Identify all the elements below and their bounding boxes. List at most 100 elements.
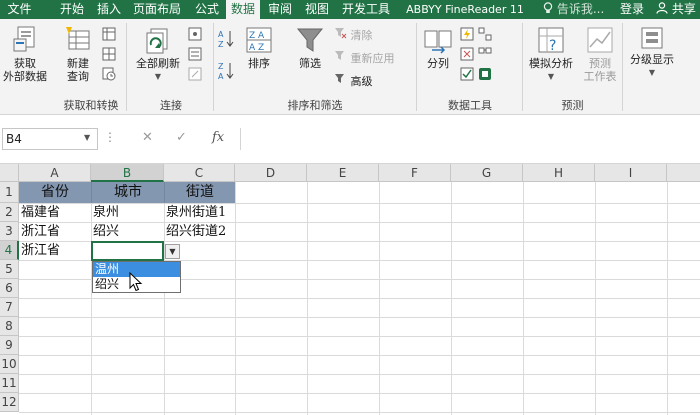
remove-duplicates-button[interactable] bbox=[460, 47, 474, 65]
cell-b1[interactable]: 城市 bbox=[91, 182, 164, 203]
chevron-down-icon: ▼ bbox=[154, 72, 162, 81]
column-header[interactable]: C bbox=[164, 164, 235, 182]
cell-c1[interactable]: 街道 bbox=[164, 182, 235, 203]
row-header[interactable]: 10 bbox=[0, 355, 19, 374]
properties-button[interactable] bbox=[188, 47, 202, 65]
sort-label: 排序 bbox=[248, 57, 270, 70]
text-to-columns-button[interactable]: 分列 bbox=[420, 25, 456, 70]
column-header[interactable]: E bbox=[307, 164, 379, 182]
column-header[interactable]: F bbox=[379, 164, 451, 182]
cell-b2[interactable]: 泉州 bbox=[91, 205, 119, 221]
tab-data[interactable]: 数据 bbox=[226, 0, 260, 19]
enter-button[interactable]: ✓ bbox=[176, 130, 187, 145]
mouse-cursor-icon bbox=[129, 272, 143, 292]
column-header[interactable] bbox=[667, 164, 700, 182]
svg-text:?: ? bbox=[549, 38, 556, 54]
column-header[interactable]: H bbox=[523, 164, 595, 182]
outline-button[interactable]: 分级显示 ▼ bbox=[624, 25, 680, 79]
get-external-data-button[interactable]: 获取 外部数据 bbox=[2, 25, 48, 83]
sort-button[interactable]: Z A A Z 排序 bbox=[240, 25, 278, 70]
row-header[interactable]: 11 bbox=[0, 374, 19, 393]
clear-filter-button[interactable]: 清除 bbox=[334, 27, 373, 43]
formula-input[interactable] bbox=[240, 128, 700, 150]
chevron-down-icon[interactable]: ▼ bbox=[84, 133, 90, 142]
gridline bbox=[667, 182, 668, 415]
forecast-sheet-button[interactable]: 预测 工作表 bbox=[580, 25, 620, 83]
refresh-all-button[interactable]: 全部刷新 ▼ bbox=[131, 25, 185, 83]
cell-c2[interactable]: 泉州街道1 bbox=[164, 205, 226, 221]
show-queries-button[interactable] bbox=[102, 27, 116, 45]
data-validation-button[interactable] bbox=[460, 67, 474, 85]
login-link[interactable]: 登录 bbox=[620, 0, 644, 19]
new-query-icon bbox=[66, 27, 90, 50]
row-header[interactable]: 5 bbox=[0, 260, 19, 279]
sort-ascending-button[interactable]: A Z bbox=[218, 29, 234, 53]
tab-abbyy[interactable]: ABBYY FineReader 11 bbox=[398, 0, 532, 19]
relationships-button[interactable] bbox=[478, 47, 492, 65]
insert-function-button[interactable]: fx bbox=[212, 130, 224, 145]
tab-page-layout[interactable]: 页面布局 bbox=[128, 0, 186, 19]
from-table-button[interactable] bbox=[102, 47, 116, 65]
cell-a1[interactable]: 省份 bbox=[19, 182, 91, 203]
row-header[interactable]: 12 bbox=[0, 393, 19, 412]
row-header[interactable]: 4 bbox=[0, 241, 19, 260]
consolidate-button[interactable] bbox=[478, 27, 492, 45]
tab-formulas[interactable]: 公式 bbox=[188, 0, 226, 19]
cancel-button[interactable]: ✕ bbox=[142, 130, 153, 145]
get-external-data-label: 获取 外部数据 bbox=[3, 57, 47, 83]
tab-home[interactable]: 开始 bbox=[52, 0, 92, 19]
share-label: 共享 bbox=[671, 2, 696, 16]
data-validation-icon bbox=[460, 67, 474, 81]
remove-duplicates-icon bbox=[460, 47, 474, 61]
edit-links-button[interactable] bbox=[188, 67, 202, 85]
select-all-corner[interactable] bbox=[0, 164, 19, 182]
sort-az-icon: A Z bbox=[218, 30, 234, 49]
column-header[interactable]: D bbox=[235, 164, 307, 182]
cell-a2[interactable]: 福建省 bbox=[19, 205, 60, 221]
connections-button[interactable] bbox=[188, 27, 202, 45]
tab-insert[interactable]: 插入 bbox=[92, 0, 126, 19]
tab-review[interactable]: 审阅 bbox=[262, 0, 298, 19]
column-header[interactable]: G bbox=[451, 164, 523, 182]
cell-a4[interactable]: 浙江省 bbox=[19, 243, 60, 259]
what-if-label: 模拟分析 bbox=[529, 57, 573, 70]
row-header[interactable]: 7 bbox=[0, 298, 19, 317]
grid-icon bbox=[102, 47, 116, 61]
gridline bbox=[523, 182, 524, 415]
group-label-forecast: 预测 bbox=[561, 99, 584, 112]
filter-button[interactable]: 筛选 bbox=[292, 25, 328, 70]
recent-sources-button[interactable] bbox=[102, 67, 116, 85]
row-header[interactable]: 8 bbox=[0, 317, 19, 336]
tell-me-box[interactable]: 告诉我... bbox=[543, 0, 604, 19]
row-header[interactable]: 6 bbox=[0, 279, 19, 298]
cell-a3[interactable]: 浙江省 bbox=[19, 224, 60, 240]
tab-developer[interactable]: 开发工具 bbox=[336, 0, 396, 19]
column-header[interactable]: I bbox=[595, 164, 667, 182]
manage-data-model-button[interactable] bbox=[478, 67, 492, 85]
flash-fill-button[interactable] bbox=[460, 27, 474, 45]
column-header[interactable]: B bbox=[91, 164, 164, 182]
reapply-button[interactable]: 重新应用 bbox=[334, 50, 395, 66]
share-button[interactable]: 共享 bbox=[656, 0, 696, 19]
cell-c3[interactable]: 绍兴街道2 bbox=[164, 224, 226, 240]
new-query-button[interactable]: 新建 查询 bbox=[58, 25, 98, 83]
link-icon bbox=[188, 67, 202, 81]
row-header[interactable]: 1 bbox=[0, 182, 19, 203]
chevron-down-icon: ▼ bbox=[169, 247, 176, 256]
cell-b3[interactable]: 绍兴 bbox=[91, 224, 119, 240]
dropdown-arrow-button[interactable]: ▼ bbox=[165, 244, 180, 259]
column-header[interactable]: A bbox=[19, 164, 91, 182]
gridline bbox=[19, 355, 700, 356]
row-header[interactable]: 3 bbox=[0, 222, 19, 241]
what-if-analysis-button[interactable]: ? 模拟分析 ▼ bbox=[525, 25, 577, 83]
row-header[interactable]: 9 bbox=[0, 336, 19, 355]
svg-text:A Z: A Z bbox=[249, 43, 264, 53]
row-header[interactable]: 2 bbox=[0, 203, 19, 222]
tab-view[interactable]: 视图 bbox=[300, 0, 334, 19]
sort-descending-button[interactable]: Z A bbox=[218, 61, 234, 85]
tab-file[interactable]: 文件 bbox=[0, 0, 39, 19]
flash-fill-icon bbox=[460, 27, 474, 41]
outline-icon bbox=[641, 27, 663, 49]
advanced-filter-button[interactable]: 高级 bbox=[334, 73, 373, 89]
active-cell-b4[interactable] bbox=[91, 241, 164, 261]
